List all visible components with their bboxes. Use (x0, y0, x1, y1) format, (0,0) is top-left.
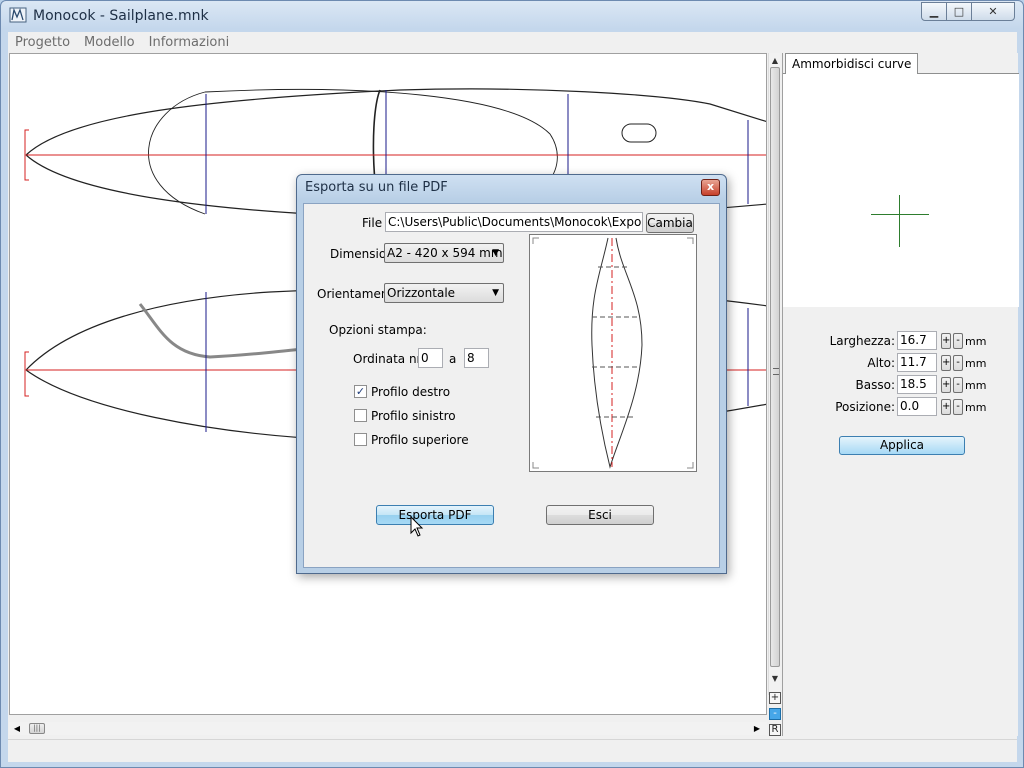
zoom-out-button[interactable]: - (769, 708, 781, 720)
field-basso: Basso: 18.5 + - mm (783, 375, 1019, 395)
dimension-value: A2 - 420 x 594 mm (387, 246, 503, 260)
maximize-icon: □ (953, 5, 965, 18)
preview-outline (591, 237, 643, 469)
window-title: Monocok - Sailplane.mnk (33, 8, 209, 24)
dimension-select[interactable]: A2 - 420 x 594 mm ▼ (384, 243, 504, 263)
larghezza-input[interactable]: 16.7 (897, 331, 937, 350)
ordinate-to-input[interactable]: 8 (464, 348, 489, 368)
basso-unit: mm (965, 379, 987, 392)
checkbox-profilo-superiore[interactable] (354, 433, 367, 446)
orientation-value: Orizzontale (387, 286, 456, 300)
menu-progetto[interactable]: Progetto (8, 35, 77, 50)
preview-sections (592, 266, 640, 418)
field-alto: Alto: 11.7 + - mm (783, 353, 1019, 373)
export-pdf-dialog: Esporta su un file PDF x File : C:\Users… (296, 174, 727, 574)
curve-preview-pane (783, 73, 1019, 307)
larghezza-label: Larghezza: (829, 334, 895, 348)
horizontal-scroll-thumb[interactable]: ||| (29, 723, 45, 734)
profilo-destro-label: Profilo destro (371, 385, 451, 399)
close-button[interactable]: ✕ (971, 2, 1015, 21)
vertical-scrollbar[interactable]: ▲ ▼ (768, 53, 780, 695)
scroll-left-icon[interactable]: ◀ (11, 722, 23, 735)
vertical-scroll-thumb[interactable] (770, 67, 780, 667)
scroll-right-icon[interactable]: ▶ (751, 722, 763, 735)
profilo-superiore-label: Profilo superiore (371, 433, 469, 447)
menu-informazioni[interactable]: Informazioni (142, 35, 237, 50)
orientation-select[interactable]: Orizzontale ▼ (384, 283, 504, 303)
print-options-label: Opzioni stampa: (329, 323, 427, 337)
profilo-sinistro-label: Profilo sinistro (371, 409, 456, 423)
basso-input[interactable]: 18.5 (897, 375, 937, 394)
pdf-preview (529, 234, 697, 472)
scroll-down-icon[interactable]: ▼ (769, 673, 781, 685)
right-panel: Ammorbidisci curve Larghezza: 16.7 + - m… (782, 53, 1019, 736)
horizontal-scrollbar[interactable]: ◀ ||| ▶ (9, 722, 767, 735)
posizione-input[interactable]: 0.0 (897, 397, 937, 416)
mouse-cursor-icon (410, 516, 424, 537)
maximize-button[interactable]: □ (946, 2, 972, 21)
minimize-icon: ▁ (929, 5, 939, 18)
apply-button[interactable]: Applica (839, 436, 965, 455)
preview-drawing (532, 237, 694, 469)
dialog-body: File : C:\Users\Public\Documents\Monocok… (303, 203, 720, 568)
app-icon (9, 7, 27, 23)
dialog-close-button[interactable]: x (701, 179, 720, 196)
scroll-up-icon[interactable]: ▲ (769, 55, 781, 67)
larghezza-unit: mm (965, 335, 987, 348)
chevron-down-icon: ▼ (492, 288, 499, 298)
posizione-unit: mm (965, 401, 987, 414)
zoom-in-button[interactable]: + (769, 692, 781, 704)
close-icon: x (706, 180, 715, 193)
grip-icon (773, 368, 779, 375)
status-bar (8, 739, 1017, 762)
exit-button[interactable]: Esci (546, 505, 654, 525)
tab-ammorbidisci-curve[interactable]: Ammorbidisci curve (785, 53, 919, 74)
field-larghezza: Larghezza: 16.7 + - mm (783, 331, 1019, 351)
basso-minus-button[interactable]: - (953, 377, 963, 393)
ordinate-label: Ordinata nr. (353, 352, 425, 366)
window-controls: ▁ □ ✕ (921, 2, 1015, 21)
larghezza-minus-button[interactable]: - (953, 333, 963, 349)
posizione-plus-button[interactable]: + (941, 399, 951, 415)
alto-unit: mm (965, 357, 987, 370)
dialog-title: Esporta su un file PDF (305, 180, 448, 195)
posizione-minus-button[interactable]: - (953, 399, 963, 415)
corner-marks (532, 237, 694, 469)
file-path-input[interactable]: C:\Users\Public\Documents\Monocok\Export… (385, 212, 643, 232)
chevron-down-icon: ▼ (492, 248, 499, 258)
menu-modello[interactable]: Modello (77, 35, 142, 50)
export-pdf-button[interactable]: Esporta PDF (376, 505, 494, 525)
menu-bar: Progetto Modello Informazioni (8, 32, 1017, 52)
title-bar[interactable]: Monocok - Sailplane.mnk ▁ □ ✕ (1, 1, 1023, 31)
posizione-label: Posizione: (835, 400, 895, 414)
reset-view-button[interactable]: R (769, 724, 781, 736)
crosshair-icon (871, 195, 929, 247)
minimize-button[interactable]: ▁ (921, 2, 947, 21)
close-icon: ✕ (988, 5, 998, 18)
alto-input[interactable]: 11.7 (897, 353, 937, 372)
basso-label: Basso: (855, 378, 895, 392)
change-file-button[interactable]: Cambia (646, 213, 694, 233)
checkbox-profilo-destro[interactable]: ✓ (354, 385, 367, 398)
side-nose-bracket (24, 351, 29, 397)
checkbox-profilo-sinistro[interactable] (354, 409, 367, 422)
alto-plus-button[interactable]: + (941, 355, 951, 371)
ordinate-to-label: a (449, 352, 457, 366)
field-posizione: Posizione: 0.0 + - mm (783, 397, 1019, 417)
alto-label: Alto: (867, 356, 895, 370)
basso-plus-button[interactable]: + (941, 377, 951, 393)
ordinate-from-input[interactable]: 0 (418, 348, 443, 368)
larghezza-plus-button[interactable]: + (941, 333, 951, 349)
alto-minus-button[interactable]: - (953, 355, 963, 371)
